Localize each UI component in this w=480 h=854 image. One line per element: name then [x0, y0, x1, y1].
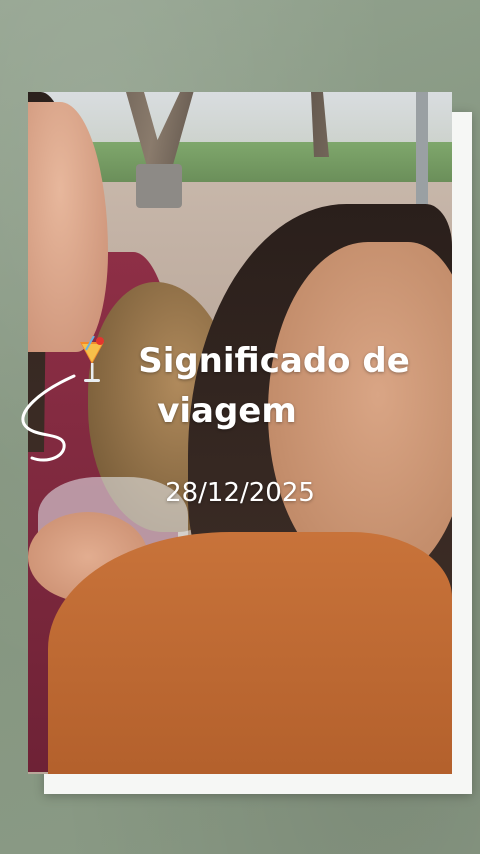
story-title: Significado de viagem — [40, 336, 460, 436]
title-line-1: Significado de — [138, 341, 410, 381]
orange-top — [48, 532, 452, 774]
story-date: 28/12/2025 — [165, 478, 315, 508]
title-line-2: viagem — [157, 391, 297, 431]
lamp-pole — [416, 92, 428, 216]
bench — [136, 164, 182, 208]
